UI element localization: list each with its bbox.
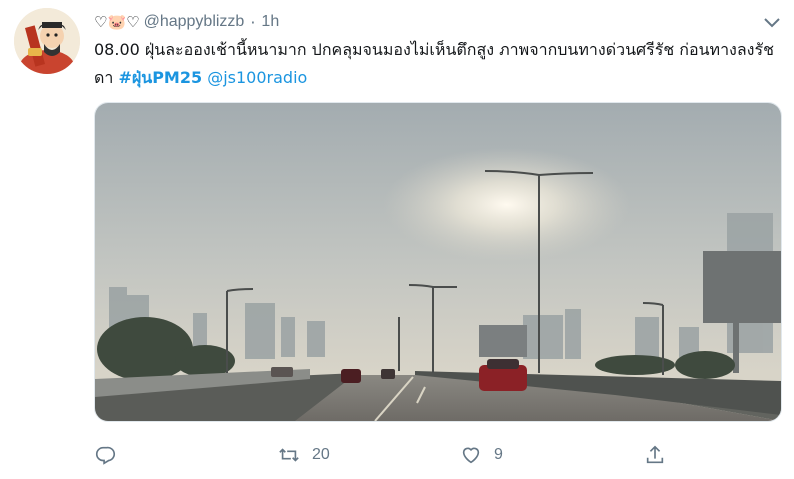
like-button[interactable]: 9 [460, 440, 503, 470]
avatar-illustration [14, 8, 80, 74]
like-count: 9 [494, 446, 503, 463]
user-handle[interactable]: @happyblizzb [144, 13, 245, 31]
share-icon [646, 445, 664, 464]
chevron-down-icon[interactable] [762, 12, 782, 32]
retweet-button[interactable]: 20 [278, 440, 330, 470]
tweet-actions: 20 9 [94, 440, 784, 470]
timestamp[interactable]: 1h [261, 13, 279, 31]
share-button[interactable] [644, 440, 666, 470]
tweet-header: ♡🐷♡ @happyblizzb · 1h [94, 10, 279, 34]
reply-button[interactable] [94, 440, 128, 470]
like-icon [462, 447, 480, 464]
hashtag-link[interactable]: #ฝุ่นPM25 [118, 68, 202, 87]
mention-link[interactable]: @js100radio [207, 68, 307, 87]
avatar[interactable] [14, 8, 80, 74]
display-name[interactable]: ♡🐷♡ [94, 13, 140, 31]
tweet-photo[interactable] [94, 102, 782, 422]
retweet-count: 20 [312, 446, 330, 463]
smog-expressway-photo [95, 103, 781, 421]
retweet-icon [279, 448, 299, 462]
tweet-text: 08.00 ฝุ่นละอองเช้านี้หนามาก ปกคลุมจนมอง… [94, 36, 784, 92]
separator: · [250, 12, 256, 32]
reply-icon [95, 446, 115, 465]
